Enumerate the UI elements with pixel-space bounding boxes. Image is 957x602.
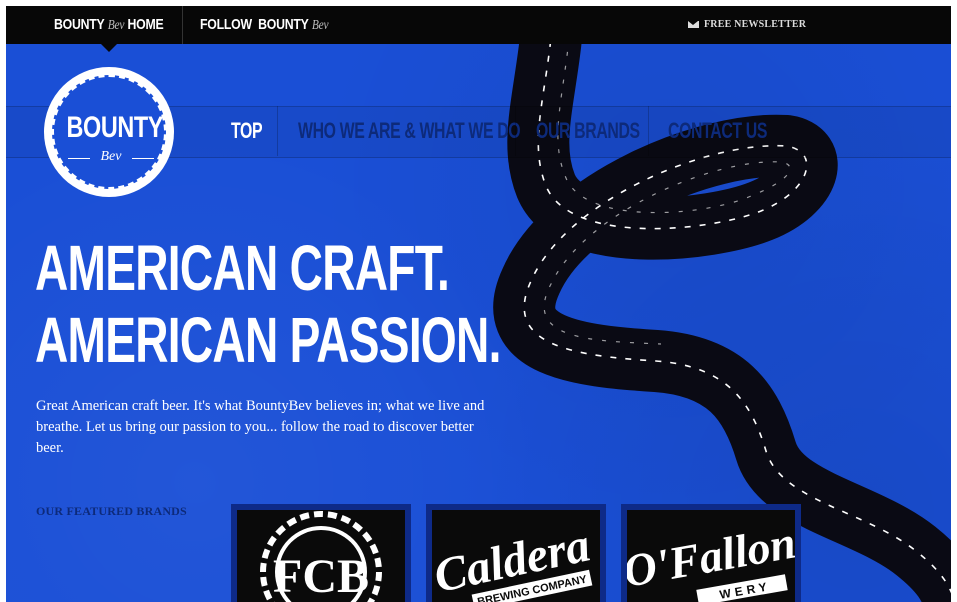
logo-script-text: Bev [100, 149, 122, 164]
home-label: HOME [127, 16, 164, 33]
follow-link[interactable]: FOLLOW BOUNTY Bev [200, 6, 332, 44]
brand-tile: Caldera BREWING COMPANY [432, 510, 600, 602]
featured-brands-heading: OUR FEATURED BRANDS [36, 504, 187, 518]
hero-line-2: AMERICAN PASSION. [35, 304, 501, 376]
nav-separator [515, 106, 516, 156]
mail-icon [688, 21, 699, 28]
newsletter-label: FREE NEWSLETTER [704, 19, 807, 30]
fcb-logo-text: FCB [273, 550, 369, 602]
hero-headline: AMERICAN CRAFT. AMERICAN PASSION. [35, 232, 501, 376]
logo-ring: BOUNTY Bev [52, 75, 166, 189]
brand-card-fcb[interactable]: FCB [231, 504, 411, 602]
top-bar: BOUNTY Bev HOME FOLLOW BOUNTY Bev FREE NEWS… [6, 6, 951, 44]
logo-rule-right [132, 158, 154, 159]
topbar-divider [182, 6, 183, 44]
follow-brand: BOUNTY [258, 16, 309, 33]
home-link[interactable]: BOUNTY Bev HOME [54, 6, 164, 44]
home-brand: BOUNTY [54, 16, 105, 33]
nav-who-we-are[interactable]: WHO WE ARE & WHAT WE DO [298, 106, 521, 156]
nav-contact-us[interactable]: CONTACT US [668, 106, 767, 156]
fcb-logo-icon: FCB [260, 511, 382, 602]
follow-label: FOLLOW [200, 16, 252, 33]
nav-separator [648, 106, 649, 156]
hero-description: Great American craft beer. It's what Bou… [36, 398, 485, 456]
follow-script: Bev [311, 18, 329, 33]
newsletter-link[interactable]: FREE NEWSLETTER [688, 6, 806, 44]
home-script: Bev [107, 18, 125, 33]
brand-card-caldera[interactable]: Caldera BREWING COMPANY [426, 504, 606, 602]
nav-our-brands[interactable]: OUR BRANDS [536, 106, 640, 156]
ofallon-logo-icon: O'Fallon WERY [627, 516, 795, 602]
brand-tile: FCB [237, 510, 405, 602]
hero-line-1: AMERICAN CRAFT. [35, 232, 450, 304]
bounty-bev-logo[interactable]: BOUNTY Bev [44, 67, 174, 197]
page: BOUNTY Bev HOME FOLLOW BOUNTY Bev FREE NEWS… [6, 6, 951, 602]
nav-top[interactable]: TOP [231, 106, 263, 156]
brand-card-ofallon[interactable]: O'Fallon WERY [621, 504, 801, 602]
caldera-logo-icon: Caldera BREWING COMPANY [432, 518, 594, 602]
logo-main-text: BOUNTY [66, 111, 164, 144]
active-caret [101, 44, 117, 52]
ofallon-logo-subtext: WERY [719, 579, 772, 602]
brand-tile: O'Fallon WERY [627, 510, 795, 602]
nav-separator [277, 106, 278, 156]
